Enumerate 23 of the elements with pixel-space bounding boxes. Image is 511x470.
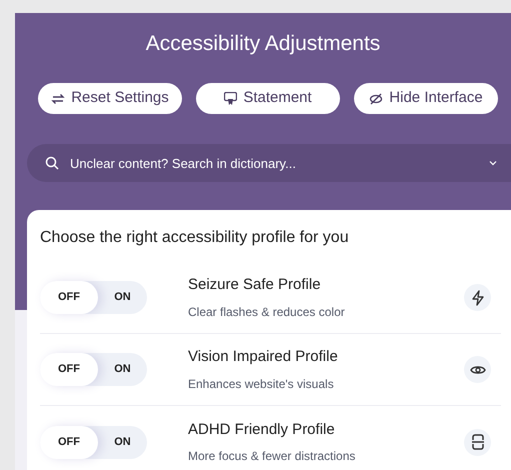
- profile-name: ADHD Friendly Profile: [188, 420, 336, 440]
- certificate-icon: [224, 92, 238, 105]
- focus-frame-icon: [470, 434, 484, 450]
- lightning-icon: [470, 290, 484, 306]
- search-icon: [45, 156, 59, 170]
- toolbar-button[interactable]: Hide Interface: [354, 83, 498, 114]
- profile-toggle[interactable]: OFF ON: [40, 353, 147, 386]
- toolbar-button[interactable]: Reset Settings: [38, 83, 182, 114]
- profile-toggle[interactable]: OFF ON: [40, 426, 147, 458]
- profile-name: Seizure Safe Profile: [188, 275, 322, 296]
- eye-icon: [470, 364, 486, 376]
- profile-description: More focus & fewer distractions: [188, 448, 356, 466]
- toolbar-button[interactable]: Statement: [196, 83, 340, 114]
- swap-arrows-icon: [51, 92, 66, 104]
- eye-off-icon: [369, 92, 384, 106]
- profile-toggle[interactable]: OFF ON: [40, 281, 147, 314]
- profile-description: Enhances website's visuals: [188, 376, 335, 393]
- chevron-down-icon: [489, 160, 497, 166]
- profile-description: Clear flashes & reduces color: [188, 304, 346, 321]
- card-heading: Choose the right accessibility profile for you: [40, 228, 350, 248]
- search-field[interactable]: Unclear content? Search in dictionary...: [27, 144, 511, 182]
- profile-name: Vision Impaired Profile: [188, 347, 339, 368]
- panel-title: Accessibility Adjustments: [146, 31, 380, 57]
